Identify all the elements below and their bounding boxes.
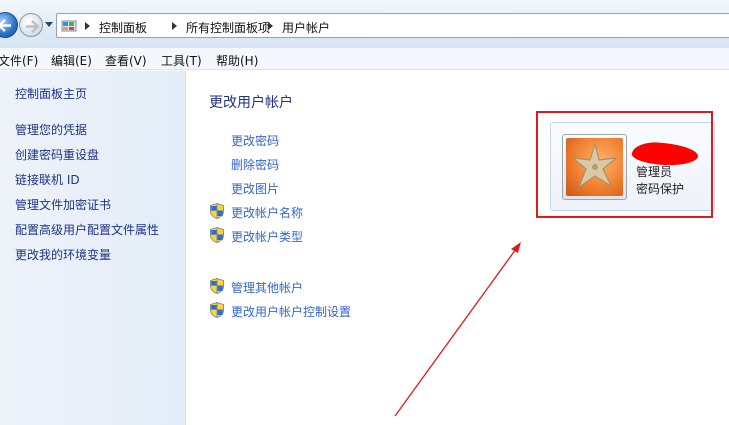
forward-button[interactable] [19,13,43,37]
task-manage-credentials[interactable]: 管理您的凭据 [15,121,87,138]
breadcrumb-separator-icon[interactable] [85,22,90,30]
uac-shield-icon [210,278,224,294]
menu-view[interactable]: 查看(V) [105,52,147,69]
control-panel-icon [61,20,77,32]
task-manage-encryption-certificates[interactable]: 管理文件加密证书 [15,196,111,213]
breadcrumb-control-panel[interactable]: 控制面板 [99,19,147,36]
page-title: 更改用户帐户 [209,95,293,111]
change-picture-link[interactable]: 更改图片 [231,180,279,197]
recent-pages-dropdown-icon[interactable] [45,22,53,27]
annotation-arrow-icon [394,242,521,417]
uac-shield-icon [210,227,224,243]
task-create-reset-disk[interactable]: 创建密码重设盘 [15,146,99,163]
manage-other-accounts-link[interactable]: 管理其他帐户 [231,279,303,296]
breadcrumb-user-accounts[interactable]: 用户帐户 [282,19,330,36]
menu-bar: 文件(F) 编辑(E) 查看(V) 工具(T) 帮助(H) [0,48,729,70]
uac-shield-icon [210,203,224,219]
forward-arrow-icon [26,20,39,33]
uac-settings-link[interactable]: 更改用户帐户控制设置 [231,303,351,320]
change-account-type-link[interactable]: 更改帐户类型 [231,228,303,245]
breadcrumb-separator-icon[interactable] [268,22,273,30]
control-panel-home-link[interactable]: 控制面板主页 [15,85,87,102]
back-arrow-icon [0,19,11,32]
task-change-environment-variables[interactable]: 更改我的环境变量 [15,246,111,263]
task-link-online-id[interactable]: 链接联机 ID [15,171,80,188]
breadcrumb-all-items[interactable]: 所有控制面板项 [186,19,270,36]
task-advanced-profile-properties[interactable]: 配置高级用户配置文件属性 [15,221,159,238]
menu-file[interactable]: 文件(F) [0,52,38,69]
address-field[interactable]: 控制面板 所有控制面板项 用户帐户 [56,13,729,38]
uac-shield-icon [210,302,224,318]
menu-help[interactable]: 帮助(H) [216,52,258,69]
back-button[interactable] [0,12,18,38]
remove-password-link[interactable]: 删除密码 [231,156,279,173]
breadcrumb-separator-icon[interactable] [172,22,177,30]
change-account-name-link[interactable]: 更改帐户名称 [231,204,303,221]
menu-edit[interactable]: 编辑(E) [51,52,92,69]
annotation-highlight-box [536,111,713,218]
menu-tools[interactable]: 工具(T) [161,52,202,69]
change-password-link[interactable]: 更改密码 [231,132,279,149]
address-bar: 控制面板 所有控制面板项 用户帐户 [0,0,729,48]
